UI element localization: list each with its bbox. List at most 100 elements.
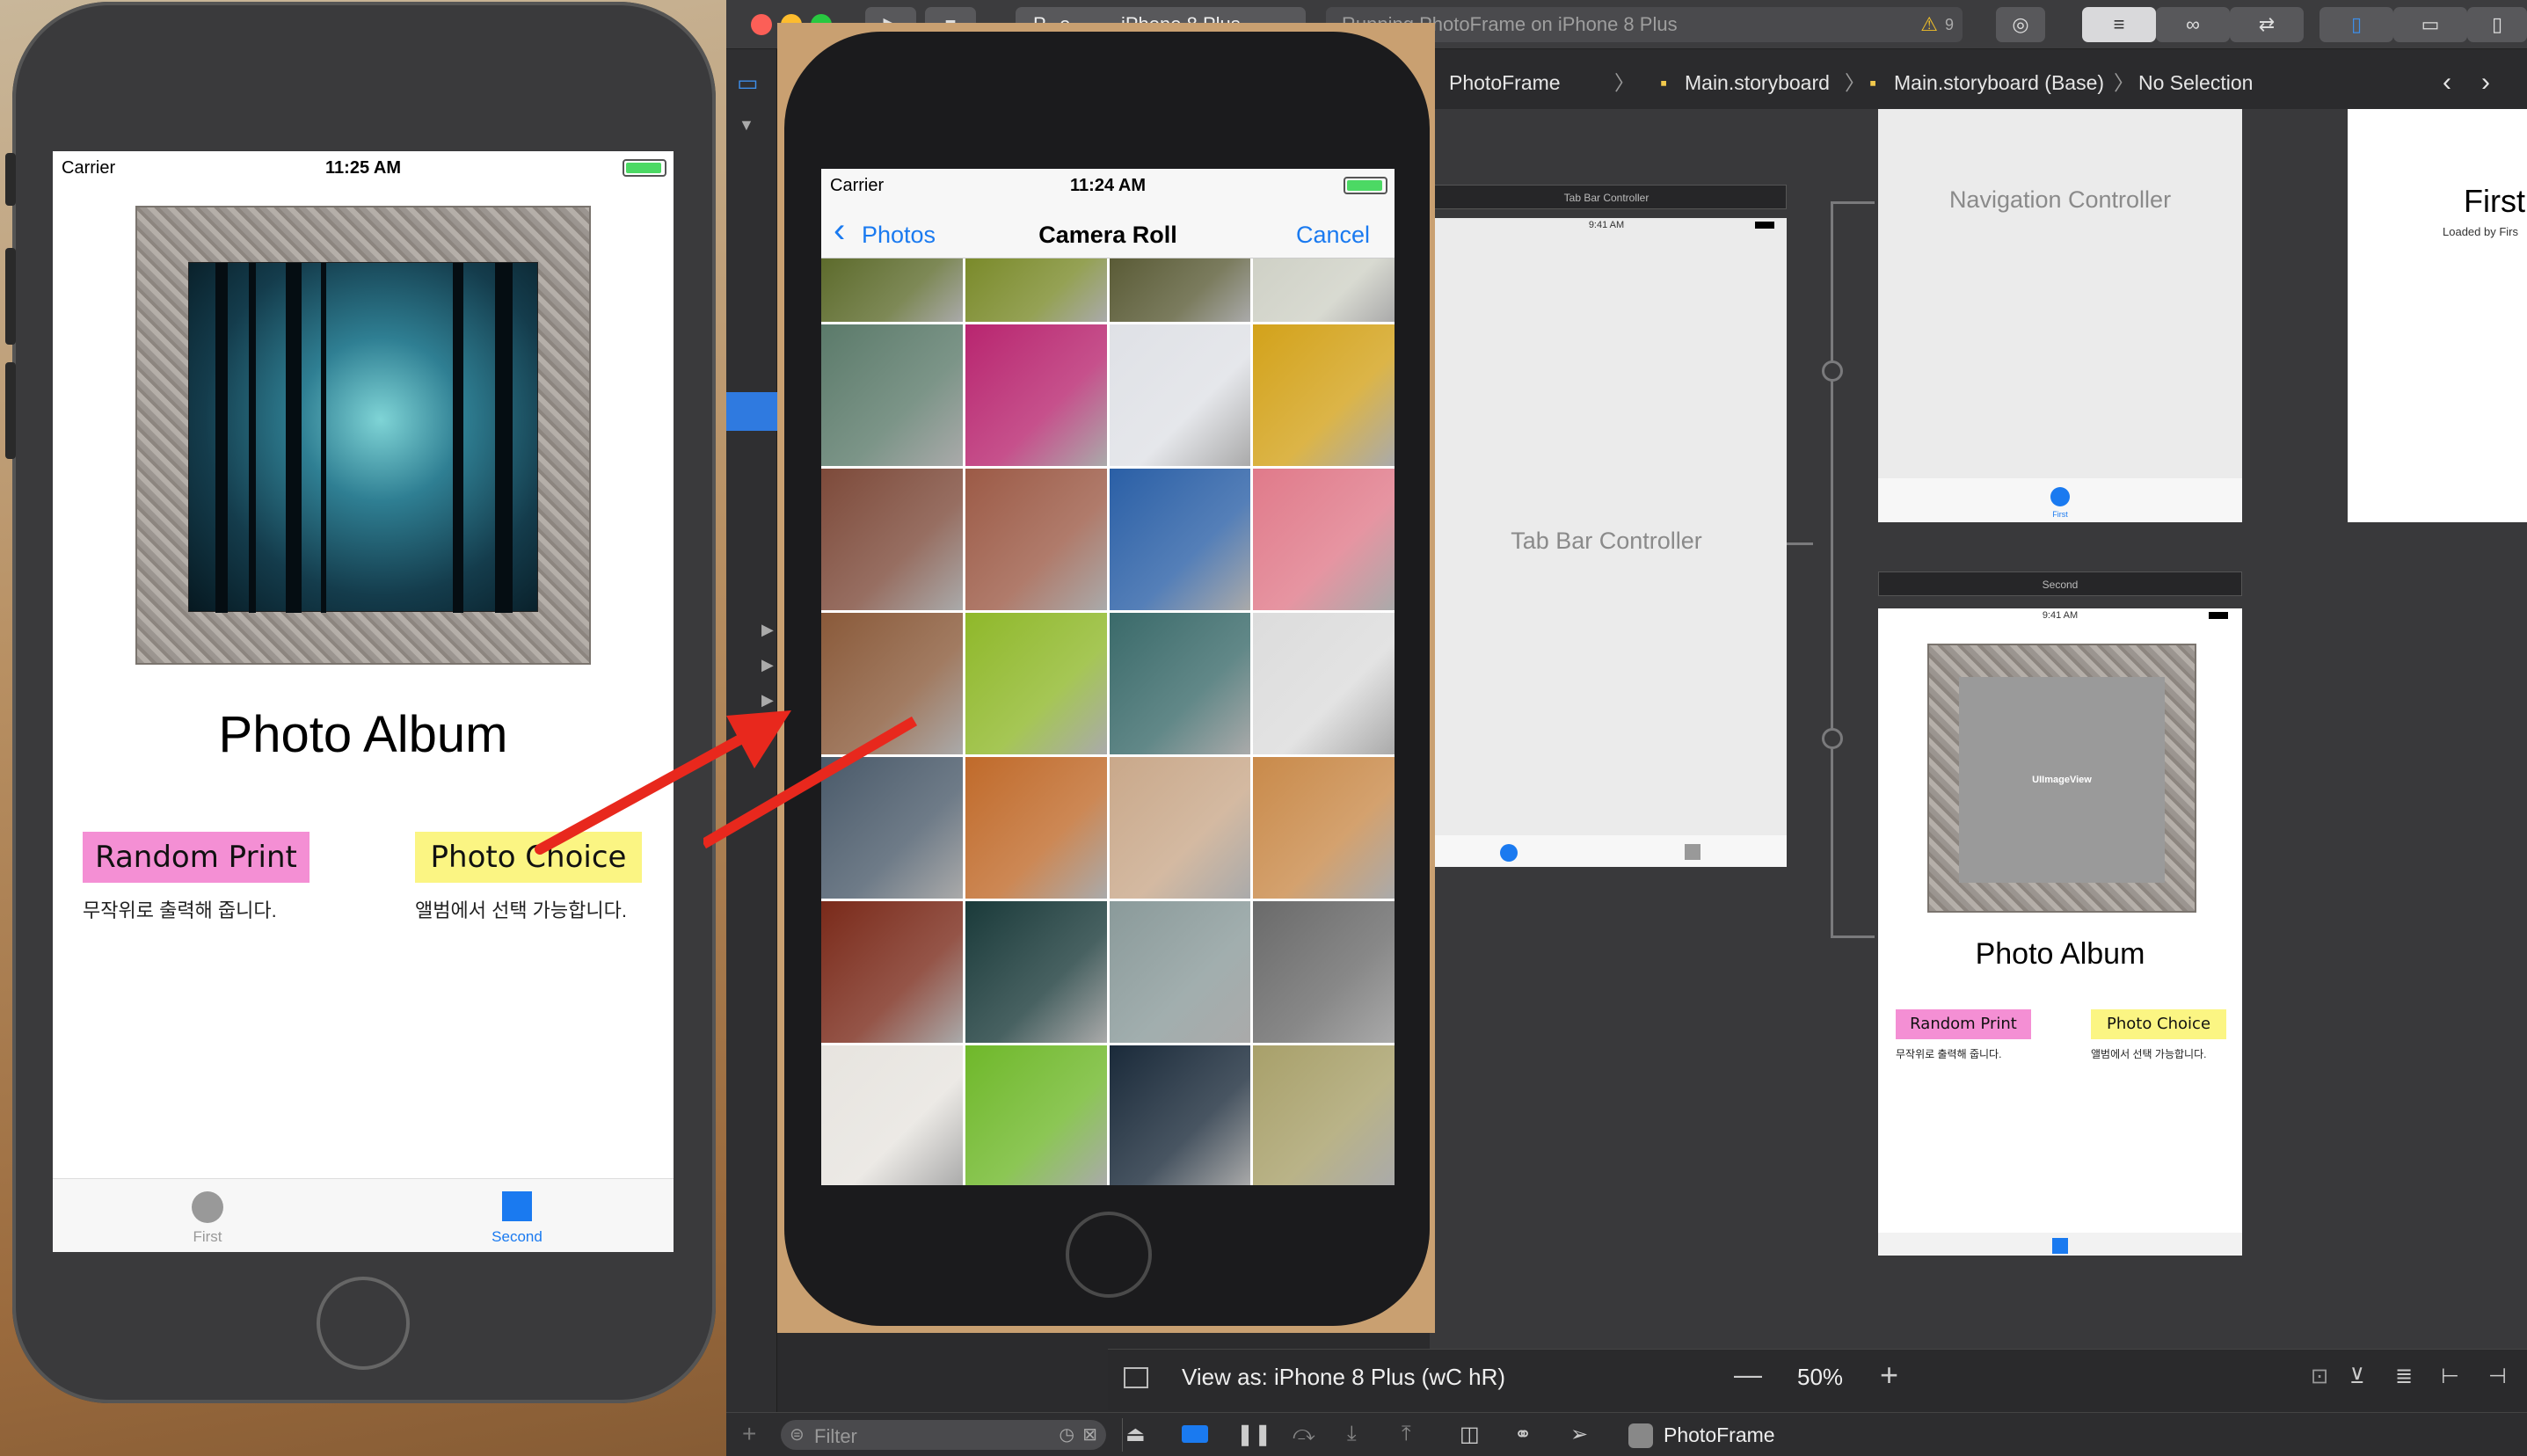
photo-thumbnail[interactable] (1109, 1045, 1251, 1185)
photo-thumbnail[interactable] (965, 613, 1107, 754)
scene-choice-button[interactable]: Photo Choice (2091, 1009, 2226, 1039)
breadcrumb-selection[interactable]: No Selection (2138, 67, 2253, 98)
breakpoints-icon[interactable] (1182, 1425, 1208, 1443)
warning-icon[interactable]: ⚠ (1920, 7, 1938, 42)
version-editor-button[interactable]: ⇄ (2230, 7, 2304, 42)
first-scene[interactable]: First Loaded by Firs (2348, 109, 2527, 522)
library-button[interactable]: ◎ (1996, 7, 2045, 42)
tab-first[interactable]: First (164, 1191, 251, 1246)
photo-thumbnail[interactable] (1253, 613, 1395, 754)
embed-in-icon[interactable]: ⊻ (2349, 1364, 2365, 1389)
scene-clock: 9:41 AM (1588, 220, 1625, 230)
step-over-icon[interactable]: ⤼ (1293, 1422, 1315, 1446)
selected-row[interactable] (726, 392, 777, 431)
photo-thumbnail[interactable] (821, 1045, 963, 1185)
tab-bar-controller-scene[interactable]: 9:41 AM Tab Bar Controller (1426, 218, 1787, 867)
zoom-out-button[interactable]: — (1734, 1358, 1762, 1391)
app-icon (1628, 1423, 1653, 1448)
photo-thumbnail[interactable] (965, 469, 1107, 610)
step-in-icon[interactable]: ⤓ (1347, 1422, 1357, 1446)
scene-random-button[interactable]: Random Print (1896, 1009, 2031, 1039)
assistant-editor-button[interactable]: ∞ (2156, 7, 2230, 42)
photo-thumbnail[interactable] (1253, 324, 1395, 466)
disclosure-icon[interactable]: ▶ (761, 656, 774, 674)
image-view-placeholder: UIImageView (1959, 677, 2165, 883)
photo-thumbnail[interactable] (821, 901, 963, 1043)
tab-second[interactable]: Second (473, 1191, 561, 1246)
inspector-toggle-button[interactable]: ▯ (2467, 7, 2527, 42)
tab-bar: First Second (53, 1178, 674, 1252)
breadcrumb-file[interactable]: Main.storyboard (1685, 67, 1830, 98)
scene-header-tab-bar[interactable]: Tab Bar Controller (1426, 185, 1787, 209)
cancel-button[interactable]: Cancel (1296, 222, 1370, 249)
photo-thumbnail[interactable] (1109, 324, 1251, 466)
photo-thumbnail[interactable] (821, 469, 963, 610)
filter-field[interactable]: ⊜ Filter ◷ ⊠ (781, 1420, 1106, 1450)
debug-area-toggle-button[interactable]: ▭ (2393, 7, 2467, 42)
align-icon[interactable]: ≣ (2395, 1364, 2413, 1389)
photo-thumbnail[interactable] (1109, 613, 1251, 754)
zoom-in-button[interactable]: + (1880, 1357, 1898, 1394)
filter-icon: ⊜ (790, 1425, 805, 1445)
canvas-bottom-bar: View as: iPhone 8 Plus (wC hR) — 50% + ⊡… (1108, 1349, 2527, 1410)
circle-icon (1500, 844, 1518, 862)
view-hierarchy-icon[interactable]: ◫ (1460, 1422, 1480, 1447)
update-frames-icon[interactable]: ⊡ (2311, 1364, 2328, 1389)
scene-tab-bar (1426, 835, 1787, 867)
photo-thumbnail[interactable] (1109, 757, 1251, 899)
scene-clock: 9:41 AM (2042, 610, 2079, 621)
pause-icon[interactable]: ❚❚ (1236, 1422, 1271, 1447)
add-constraints-icon[interactable]: ⊢ (2441, 1364, 2459, 1389)
breadcrumb-base[interactable]: Main.storyboard (Base) (1894, 67, 2104, 98)
scene-choice-description: 앨범에서 선택 가능합니다. (2091, 1048, 2207, 1060)
scene-tab-label: First (2052, 510, 2068, 519)
scene-header-second[interactable]: Second (1878, 571, 2242, 596)
filter-placeholder: Filter (814, 1425, 857, 1447)
folder-icon[interactable]: ▭ (737, 70, 767, 95)
hide-debug-area-icon[interactable]: ⏏ (1125, 1422, 1146, 1447)
chevron-right-icon[interactable]: › (2481, 67, 2490, 98)
add-icon[interactable]: + (742, 1420, 756, 1448)
storyboard-icon: ▪ (1869, 71, 1877, 94)
home-button[interactable] (1066, 1212, 1152, 1298)
relationship-segue-icon[interactable] (1822, 360, 1843, 382)
divider (1122, 1418, 1123, 1452)
storyboard-icon: ▪ (1660, 71, 1668, 94)
photo-thumbnail[interactable] (1109, 258, 1251, 322)
resolve-issues-icon[interactable]: ⊣ (2488, 1364, 2507, 1389)
photo-thumbnail[interactable] (965, 258, 1107, 322)
step-out-icon[interactable]: ⤒ (1402, 1422, 1411, 1446)
photo-thumbnail[interactable] (965, 1045, 1107, 1185)
photo-thumbnail[interactable] (965, 757, 1107, 899)
second-scene[interactable]: 9:41 AM UIImageView Photo Album Random P… (1878, 608, 2242, 1256)
relationship-segue-icon[interactable] (1822, 728, 1843, 749)
photo-thumbnail[interactable] (1253, 258, 1395, 322)
location-icon[interactable]: ➢ (1570, 1422, 1588, 1447)
photo-thumbnail[interactable] (1109, 901, 1251, 1043)
photo-thumbnail[interactable] (821, 258, 963, 322)
device-config-label[interactable]: View as: iPhone 8 Plus (wC hR) (1182, 1364, 1505, 1391)
home-button[interactable] (317, 1277, 410, 1370)
memory-graph-icon[interactable]: ⚭ (1514, 1422, 1532, 1447)
disclosure-icon[interactable]: ▼ (739, 116, 754, 135)
chevron-left-icon[interactable]: ‹ (2443, 67, 2451, 98)
random-print-button[interactable]: Random Print (83, 832, 310, 883)
close-window-icon[interactable] (751, 14, 772, 35)
battery-icon (1755, 222, 1774, 229)
clock-icon[interactable]: ◷ (1060, 1423, 1074, 1445)
photo-thumbnail[interactable] (965, 324, 1107, 466)
photo-thumbnail[interactable] (965, 901, 1107, 1043)
photo-thumbnail[interactable] (1253, 757, 1395, 899)
scm-filter-icon[interactable]: ⊠ (1082, 1423, 1097, 1445)
standard-editor-button[interactable]: ≡ (2082, 7, 2156, 42)
navigator-toggle-button[interactable]: ▯ (2319, 7, 2393, 42)
photo-thumbnail[interactable] (1253, 469, 1395, 610)
disclosure-icon[interactable]: ▶ (761, 621, 774, 639)
navigation-controller-scene[interactable]: Navigation Controller First (1878, 109, 2242, 522)
photo-thumbnail[interactable] (1109, 469, 1251, 610)
photo-thumbnail[interactable] (821, 324, 963, 466)
photo-thumbnail[interactable] (1253, 1045, 1395, 1185)
document-outline-toggle-icon[interactable] (1124, 1367, 1148, 1388)
breadcrumb-project[interactable]: PhotoFrame (1449, 67, 1561, 98)
photo-thumbnail[interactable] (1253, 901, 1395, 1043)
